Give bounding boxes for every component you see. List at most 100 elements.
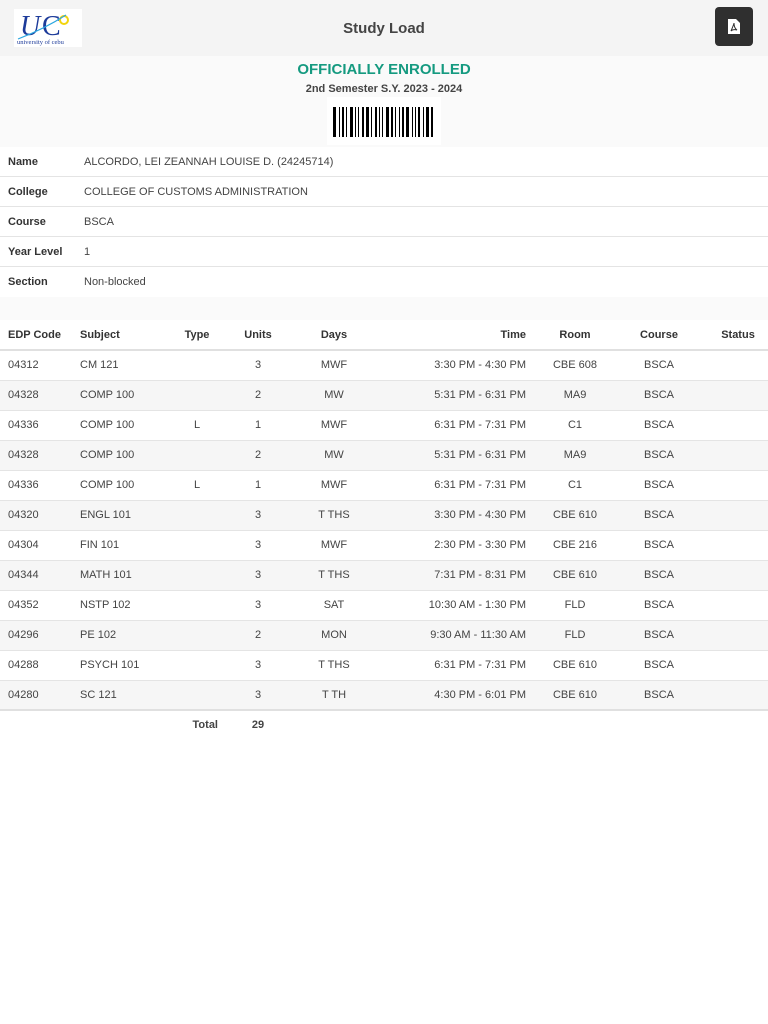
cell-units: 2	[222, 620, 294, 651]
cell-edp-code: 04328	[0, 440, 72, 471]
cell-room: CBE 608	[540, 350, 610, 381]
info-row-name: Name ALCORDO, LEI ZEANNAH LOUISE D. (2424…	[0, 147, 768, 177]
cell-units: 1	[222, 470, 294, 501]
app-header: U C university of cebu Study Load	[0, 0, 768, 56]
cell-room: FLD	[540, 590, 610, 621]
cell-room: CBE 610	[540, 500, 610, 531]
cell-status	[708, 440, 768, 471]
download-pdf-button[interactable]	[715, 7, 753, 46]
cell-type	[172, 620, 222, 651]
info-value: 1	[84, 245, 91, 258]
cell-time: 4:30 PM - 6:01 PM	[374, 680, 540, 711]
cell-days: MW	[294, 380, 374, 411]
cell-days: T TH	[294, 680, 374, 711]
cell-edp-code: 04304	[0, 530, 72, 561]
table-row: 04280 SC 121 3 T TH 4:30 PM - 6:01 PM CBE 610…	[0, 680, 768, 711]
cell-units: 3	[222, 680, 294, 711]
cell-course: BSCA	[610, 440, 708, 471]
cell-units: 2	[222, 380, 294, 411]
table-row: 04328 COMP 100 2 MW 5:31 PM - 6:31 PM MA9 BSCA	[0, 440, 768, 471]
table-row: 04352 NSTP 102 3 SAT 10:30 AM - 1:30 PM FLD BS…	[0, 590, 768, 621]
cell-edp-code: 04296	[0, 620, 72, 651]
cell-days: MWF	[294, 350, 374, 381]
info-label: Name	[8, 155, 38, 168]
cell-edp-code: 04320	[0, 500, 72, 531]
cell-course: BSCA	[610, 500, 708, 531]
cell-edp-code: 04328	[0, 380, 72, 411]
cell-status	[708, 620, 768, 651]
cell-time: 7:31 PM - 8:31 PM	[374, 560, 540, 591]
column-header: Type	[172, 320, 222, 351]
cell-room: MA9	[540, 440, 610, 471]
cell-room: CBE 610	[540, 650, 610, 681]
svg-text:university of cebu: university of cebu	[17, 39, 65, 46]
cell-course: BSCA	[610, 470, 708, 501]
info-value: Non-blocked	[84, 276, 146, 288]
cell-days: T THS	[294, 500, 374, 531]
cell-subject: COMP 100	[72, 380, 172, 411]
cell-room: C1	[540, 470, 610, 501]
cell-type	[172, 380, 222, 411]
cell-course: BSCA	[610, 530, 708, 561]
cell-status	[708, 500, 768, 531]
cell-course: BSCA	[610, 650, 708, 681]
column-header: Status	[708, 320, 768, 351]
total-label: Total	[172, 710, 222, 738]
cell-days: MON	[294, 620, 374, 651]
table-row: 04288 PSYCH 101 3 T THS 6:31 PM - 7:31 PM CBE…	[0, 650, 768, 681]
cell-time: 5:31 PM - 6:31 PM	[374, 440, 540, 471]
cell-room: C1	[540, 410, 610, 441]
cell-units: 3	[222, 560, 294, 591]
cell-subject: PE 102	[72, 620, 172, 651]
cell-course: BSCA	[610, 380, 708, 411]
cell-status	[708, 680, 768, 711]
cell-subject: COMP 100	[72, 410, 172, 441]
info-label: Course	[8, 215, 46, 228]
semester-label: 2nd Semester S.Y. 2023 - 2024	[305, 83, 463, 95]
table-row: 04328 COMP 100 2 MW 5:31 PM - 6:31 PM MA9 BSCA	[0, 380, 768, 411]
cell-edp-code: 04288	[0, 650, 72, 681]
cell-status	[708, 560, 768, 591]
table-row: 04296 PE 102 2 MON 9:30 AM - 11:30 AM FLD BSCA	[0, 620, 768, 651]
cell-type	[172, 680, 222, 711]
cell-days: T THS	[294, 650, 374, 681]
column-header: Room	[540, 320, 610, 351]
cell-type	[172, 650, 222, 681]
cell-units: 1	[222, 410, 294, 441]
cell-days: T THS	[294, 560, 374, 591]
cell-time: 6:31 PM - 7:31 PM	[374, 410, 540, 441]
table-row: 04336 COMP 100 L 1 MWF 6:31 PM - 7:31 PM C1 BSC…	[0, 470, 768, 501]
cell-subject: MATH 101	[72, 560, 172, 591]
cell-days: SAT	[294, 590, 374, 621]
cell-status	[708, 650, 768, 681]
total-row: Total 29	[0, 710, 768, 738]
enrollment-status: OFFICIALLY ENROLLED	[297, 61, 471, 78]
info-row-course: Course BSCA	[0, 207, 768, 237]
cell-time: 2:30 PM - 3:30 PM	[374, 530, 540, 561]
cell-time: 6:31 PM - 7:31 PM	[374, 470, 540, 501]
cell-subject: FIN 101	[72, 530, 172, 561]
cell-edp-code: 04280	[0, 680, 72, 711]
column-header: Course	[610, 320, 708, 351]
cell-subject: COMP 100	[72, 470, 172, 501]
info-value: COLLEGE OF CUSTOMS ADMINISTRATION	[84, 185, 308, 198]
cell-time: 3:30 PM - 4:30 PM	[374, 350, 540, 381]
cell-edp-code: 04352	[0, 590, 72, 621]
cell-room: CBE 610	[540, 680, 610, 711]
cell-edp-code: 04336	[0, 470, 72, 501]
cell-room: CBE 216	[540, 530, 610, 561]
pdf-file-icon	[728, 19, 740, 34]
cell-course: BSCA	[610, 590, 708, 621]
cell-days: MWF	[294, 470, 374, 501]
cell-subject: ENGL 101	[72, 500, 172, 531]
cell-time: 3:30 PM - 4:30 PM	[374, 500, 540, 531]
cell-units: 3	[222, 350, 294, 381]
schedule-table: EDP Code Subject Type Units Days Time Room Cour…	[0, 320, 768, 738]
cell-type	[172, 530, 222, 561]
info-value: ALCORDO, LEI ZEANNAH LOUISE D. (24245714…	[84, 155, 334, 168]
cell-time: 10:30 AM - 1:30 PM	[374, 590, 540, 621]
cell-course: BSCA	[610, 620, 708, 651]
cell-room: CBE 610	[540, 560, 610, 591]
cell-status	[708, 590, 768, 621]
cell-days: MW	[294, 440, 374, 471]
